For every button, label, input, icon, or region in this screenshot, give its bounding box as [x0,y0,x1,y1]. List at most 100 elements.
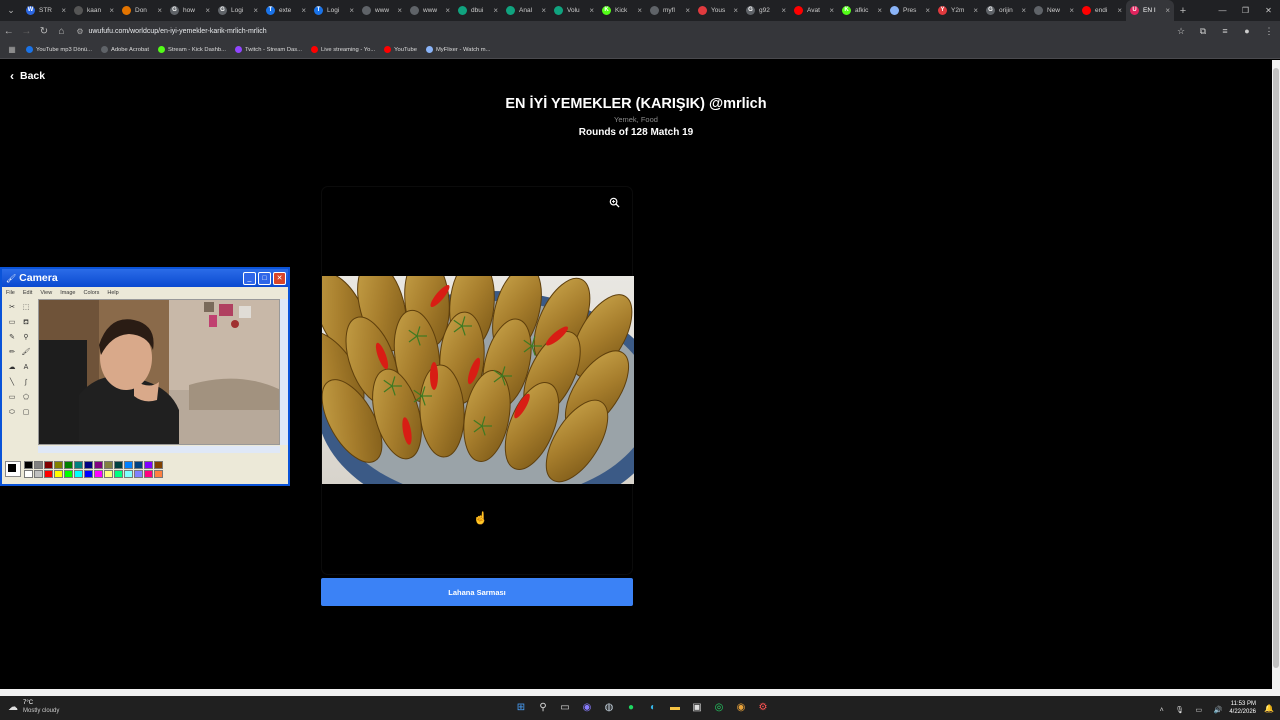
browser-tab[interactable]: Gorijin × [982,0,1030,21]
browser-tab[interactable]: www × [358,0,406,21]
paint-maximize-icon[interactable]: □ [258,271,271,285]
rectangle-icon[interactable]: ▭ [5,390,19,405]
palette-swatch[interactable] [104,461,113,469]
browser-tab[interactable]: G Logi × [214,0,262,21]
paint-menu-item[interactable]: Image [60,290,75,296]
browser-tab[interactable]: Ghow × [166,0,214,21]
file-explorer-icon[interactable]: ▬ [664,700,686,716]
reload-icon[interactable]: ↻ [35,26,53,37]
palette-swatch[interactable] [144,470,153,478]
picker-icon[interactable]: ✎ [5,330,19,345]
paint-title-bar[interactable]: 🖌 Camera _ □ ✕ [2,269,288,287]
tab-close-icon[interactable]: × [61,6,66,15]
browser-tab[interactable]: kaan × [70,0,118,21]
app-icon[interactable]: ⚙ [752,700,774,716]
browser-tab[interactable]: Pres × [886,0,934,21]
paint-menu-item[interactable]: Help [107,290,118,296]
tab-search-icon[interactable]: ⌄ [0,0,22,21]
food-image[interactable] [322,276,634,484]
back-link[interactable]: ‹ Back [10,69,45,83]
paint-window[interactable]: 🖌 Camera _ □ ✕ File Edit View Image Colors He… [0,267,290,486]
bookmark-star-icon[interactable]: ☆ [1170,26,1192,37]
media-icon[interactable]: ≡ [1214,26,1236,37]
tab-close-icon[interactable]: × [589,6,594,15]
browser-tab[interactable]: myfl × [646,0,694,21]
palette-swatch[interactable] [114,470,123,478]
tab-close-icon[interactable]: × [1069,6,1074,15]
browser-tab[interactable]: Yous × [694,0,742,21]
browser-tab[interactable]: endi × [1078,0,1126,21]
paint-minimize-icon[interactable]: _ [243,271,256,285]
site-info-icon[interactable]: ⚙ [76,27,83,36]
palette-swatch[interactable] [64,470,73,478]
browser-tab[interactable]: New × [1030,0,1078,21]
steam-icon[interactable]: ◍ [598,700,620,716]
tab-close-icon[interactable]: × [493,6,498,15]
browser-tab[interactable]: Y Y2m × [934,0,982,21]
tab-close-icon[interactable]: × [1021,6,1026,15]
bookmark-item[interactable]: Twitch - Stream Das... [235,46,302,53]
paint-menu-item[interactable]: File [6,290,15,296]
palette-swatch[interactable] [124,461,133,469]
weather-widget[interactable]: ☁ 7°C Mostly cloudy [8,699,59,715]
browser-tab[interactable]: T Logi × [310,0,358,21]
address-bar[interactable]: ⚙ uwufufu.com/worldcup/en-iyi-yemekler-k… [76,24,1160,38]
clock[interactable]: 11:53 PM 4/22/2026 [1229,700,1256,716]
palette-swatch[interactable] [84,470,93,478]
ellipse-icon[interactable]: ⬭ [5,405,19,420]
browser-tab[interactable]: Kafkic × [838,0,886,21]
fill-icon[interactable]: ⛾ [19,315,33,330]
palette-swatch[interactable] [154,470,163,478]
zoom-in-icon[interactable] [609,197,620,211]
palette-swatch[interactable] [94,461,103,469]
paint-menu-item[interactable]: Colors [83,290,99,296]
browser-tab[interactable]: Volu × [550,0,598,21]
tab-close-icon[interactable]: × [733,6,738,15]
pencil-icon[interactable]: ✏ [5,345,19,360]
text-icon[interactable]: A [19,360,33,375]
tab-close-icon[interactable]: × [109,6,114,15]
apps-grid-icon[interactable]: ▦ [4,45,20,54]
tab-close-icon[interactable]: × [445,6,450,15]
chevron-up-icon[interactable]: ˄ [1160,707,1164,714]
line-icon[interactable]: ╲ [5,375,19,390]
free-select-icon[interactable]: ✂ [5,300,19,315]
mic-icon[interactable]: 🎙 [1175,707,1184,714]
bookmark-item[interactable]: Live streaming - Yo... [311,46,375,53]
edge-icon[interactable]: ◐ [642,700,664,716]
browser-tab[interactable]: U EN I × [1126,0,1174,21]
tab-close-icon[interactable]: × [829,6,834,15]
tab-close-icon[interactable]: × [925,6,930,15]
menu-icon[interactable]: ⋮ [1258,26,1280,37]
palette-swatch[interactable] [104,470,113,478]
browser-tab[interactable]: W STR × [22,0,70,21]
tab-close-icon[interactable]: × [349,6,354,15]
palette-swatch[interactable] [44,461,53,469]
home-icon[interactable]: ⌂ [53,26,71,37]
tab-close-icon[interactable]: × [877,6,882,15]
extensions-icon[interactable]: ⧉ [1192,26,1214,37]
paint-menu-item[interactable]: View [40,290,52,296]
store-icon[interactable]: ▣ [686,700,708,716]
tab-close-icon[interactable]: × [301,6,306,15]
palette-swatch[interactable] [94,470,103,478]
profile-icon[interactable]: ● [1236,26,1258,37]
palette-swatch[interactable] [74,461,83,469]
palette-swatch[interactable] [144,461,153,469]
rect-select-icon[interactable]: ⬚ [19,300,33,315]
notification-icon[interactable]: 🔔 [1264,704,1274,713]
horizontal-scrollbar[interactable] [0,689,1280,696]
restore-icon[interactable]: ❐ [1234,0,1257,21]
palette-swatch[interactable] [24,461,33,469]
magnifier-icon[interactable]: ⚲ [19,330,33,345]
choice-button[interactable]: Lahana Sarması [321,578,633,606]
search-icon[interactable]: ⚲ [532,700,554,716]
tab-close-icon[interactable]: × [1117,6,1122,15]
airbrush-icon[interactable]: ☁ [5,360,19,375]
browser-tab[interactable]: K Kick × [598,0,646,21]
close-icon[interactable]: ✕ [1257,0,1280,21]
palette-swatch[interactable] [44,470,53,478]
tab-close-icon[interactable]: × [1165,6,1170,15]
tab-close-icon[interactable]: × [541,6,546,15]
whatsapp-icon[interactable]: ◎ [708,700,730,716]
